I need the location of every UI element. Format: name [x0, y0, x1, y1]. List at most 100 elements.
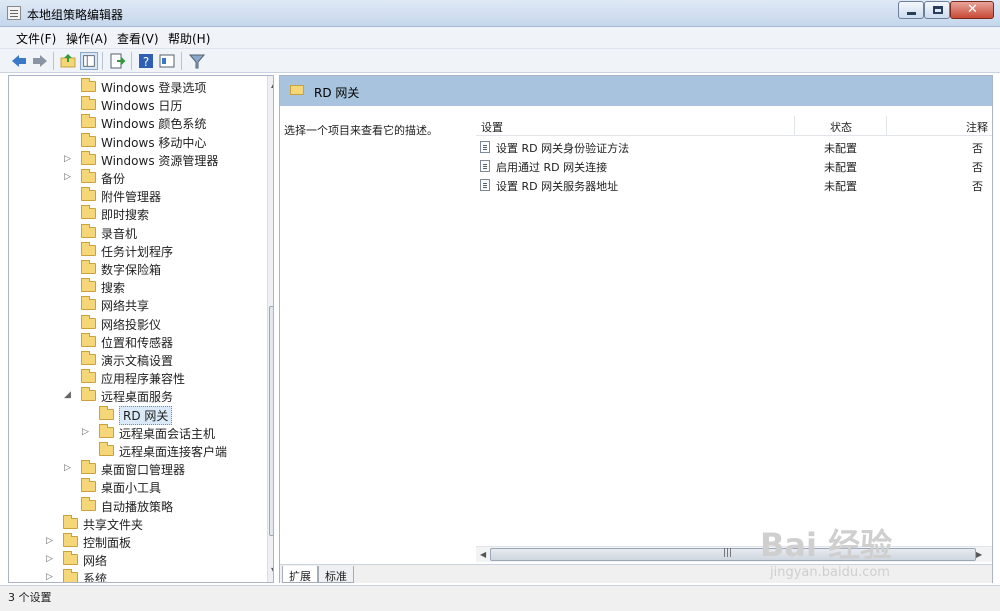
- folder-icon: [81, 278, 96, 293]
- tree-item[interactable]: Windows 颜色系统: [9, 114, 265, 132]
- scroll-up-icon[interactable]: ▲: [271, 80, 273, 89]
- tree-item[interactable]: ◢ 远程桌面服务: [9, 387, 265, 405]
- column-header-comment[interactable]: 注释: [966, 119, 988, 135]
- tree-item[interactable]: ▷ 控制面板: [9, 533, 265, 551]
- minimize-button[interactable]: [898, 1, 924, 19]
- folder-icon: [290, 85, 304, 95]
- menu-file[interactable]: 文件(F): [16, 30, 56, 47]
- column-header-state[interactable]: 状态: [830, 119, 852, 135]
- watermark-url: jingyan.baidu.com: [770, 565, 890, 580]
- policy-setting-icon: [480, 160, 490, 172]
- policy-comment: 否: [972, 161, 983, 174]
- menu-bar: 文件(F) 操作(A) 查看(V) 帮助(H): [0, 27, 1000, 49]
- policy-row[interactable]: 设置 RD 网关服务器地址 未配置 否: [476, 176, 992, 195]
- tree-item[interactable]: RD 网关: [9, 405, 265, 425]
- tree-item[interactable]: ▷ Windows 资源管理器: [9, 150, 265, 169]
- policy-row[interactable]: 启用通过 RD 网关连接 未配置 否: [476, 157, 992, 176]
- tree-item[interactable]: 位置和传感器: [9, 332, 265, 351]
- menu-help[interactable]: 帮助(H): [168, 30, 210, 47]
- tree-item[interactable]: Windows 日历: [9, 96, 265, 114]
- tree-item[interactable]: ▷ 远程桌面会话主机: [9, 423, 265, 442]
- folder-icon: [81, 223, 96, 238]
- expand-arrow-icon[interactable]: ◢: [64, 390, 74, 400]
- tree-item-label: 自动播放策略: [101, 499, 174, 514]
- tree-item[interactable]: 数字保险箱: [9, 260, 265, 278]
- tree-item-label: 桌面窗口管理器: [101, 463, 186, 478]
- tree-item[interactable]: Windows 登录选项: [9, 78, 265, 96]
- tree-item-label: 备份: [101, 172, 126, 186]
- folder-icon: [99, 405, 114, 420]
- tree-item[interactable]: 桌面小工具: [9, 478, 265, 496]
- menu-view[interactable]: 查看(V): [117, 30, 159, 47]
- tree-item-label: Windows 颜色系统: [101, 117, 207, 132]
- tree-item-label: 远程桌面会话主机: [119, 426, 216, 441]
- column-divider[interactable]: [886, 116, 887, 136]
- expand-arrow-icon[interactable]: ▷: [46, 536, 56, 546]
- tree-item[interactable]: 共享文件夹: [9, 514, 265, 533]
- help-icon[interactable]: ?: [137, 52, 155, 70]
- close-button[interactable]: ✕: [950, 1, 994, 19]
- folder-icon: [81, 241, 96, 256]
- toolbar-separator: [53, 52, 54, 70]
- up-folder-icon[interactable]: [59, 52, 77, 70]
- tree-item[interactable]: ▷ 系统: [9, 569, 265, 583]
- tab-standard[interactable]: 标准: [318, 566, 354, 583]
- tree-item[interactable]: ▷ 桌面窗口管理器: [9, 460, 265, 478]
- expand-arrow-icon[interactable]: ▷: [64, 154, 74, 164]
- expand-arrow-icon[interactable]: ▷: [82, 427, 92, 437]
- tree-item-label: 控制面板: [83, 536, 132, 550]
- tree-item[interactable]: 演示文稿设置: [9, 351, 265, 369]
- tree-item[interactable]: ▷ 备份: [9, 169, 265, 187]
- folder-header: RD 网关: [280, 76, 992, 106]
- tree-item[interactable]: 即时搜索: [9, 205, 265, 223]
- tree-item[interactable]: 附件管理器: [9, 187, 265, 205]
- filter-icon[interactable]: [188, 52, 206, 70]
- show-hide-tree-icon[interactable]: [80, 52, 98, 70]
- folder-icon: [81, 260, 96, 274]
- column-header-setting[interactable]: 设置: [481, 119, 503, 135]
- tree-item[interactable]: ▷ 网络: [9, 551, 265, 569]
- menu-action[interactable]: 操作(A): [66, 30, 108, 47]
- scroll-left-icon[interactable]: ◀: [480, 550, 486, 559]
- tree-vertical-scrollbar[interactable]: ▲ ▼: [267, 76, 273, 582]
- expand-arrow-icon[interactable]: ▷: [46, 554, 56, 564]
- folder-icon: [81, 332, 96, 347]
- tree-item[interactable]: 任务计划程序: [9, 241, 265, 260]
- tree-item[interactable]: 应用程序兼容性: [9, 369, 265, 387]
- folder-icon: [81, 150, 96, 165]
- scroll-down-icon[interactable]: ▼: [271, 566, 273, 575]
- maximize-button[interactable]: [924, 1, 950, 19]
- tree-item-label: Windows 移动中心: [101, 135, 207, 150]
- window-title: 本地组策略编辑器: [27, 8, 124, 22]
- tree-item[interactable]: 录音机: [9, 223, 265, 242]
- policy-row[interactable]: 设置 RD 网关身份验证方法 未配置 否: [476, 138, 992, 157]
- column-divider[interactable]: [794, 116, 795, 136]
- export-list-icon[interactable]: [108, 52, 126, 70]
- watermark-logo: Bai 经验: [760, 526, 893, 564]
- list-curve: [466, 106, 992, 116]
- expand-arrow-icon[interactable]: ▷: [64, 463, 74, 473]
- forward-arrow-icon[interactable]: [31, 52, 49, 70]
- folder-icon: [99, 423, 114, 438]
- tab-extended[interactable]: 扩展: [282, 566, 318, 583]
- tree-item[interactable]: 搜索: [9, 278, 265, 296]
- tree-item[interactable]: 网络投影仪: [9, 314, 265, 333]
- folder-icon: [81, 205, 96, 220]
- tree-item[interactable]: 远程桌面连接客户端: [9, 442, 265, 460]
- tree-item[interactable]: Windows 移动中心: [9, 132, 265, 151]
- description-hint: 选择一个项目来查看它的描述。: [284, 124, 438, 137]
- tree-item-label: 位置和传感器: [101, 335, 174, 350]
- back-arrow-icon[interactable]: [10, 52, 28, 70]
- expand-arrow-icon[interactable]: ▷: [46, 572, 56, 582]
- toolbar: ?: [0, 49, 1000, 73]
- tree-item[interactable]: 网络共享: [9, 296, 265, 314]
- properties-icon[interactable]: [158, 52, 176, 70]
- folder-icon: [81, 314, 96, 329]
- scroll-thumb[interactable]: [269, 306, 273, 536]
- details-pane: RD 网关 选择一个项目来查看它的描述。 设置 状态 注释 设置 RD 网关身份…: [279, 75, 993, 583]
- tree-item-label: 系统: [83, 572, 108, 583]
- tree-item[interactable]: 自动播放策略: [9, 496, 265, 515]
- tree-item-label: 录音机: [101, 226, 138, 241]
- navigation-tree[interactable]: Windows 登录选项 Windows 日历 Windows 颜色系统 Window…: [8, 75, 274, 583]
- expand-arrow-icon[interactable]: ▷: [64, 172, 74, 182]
